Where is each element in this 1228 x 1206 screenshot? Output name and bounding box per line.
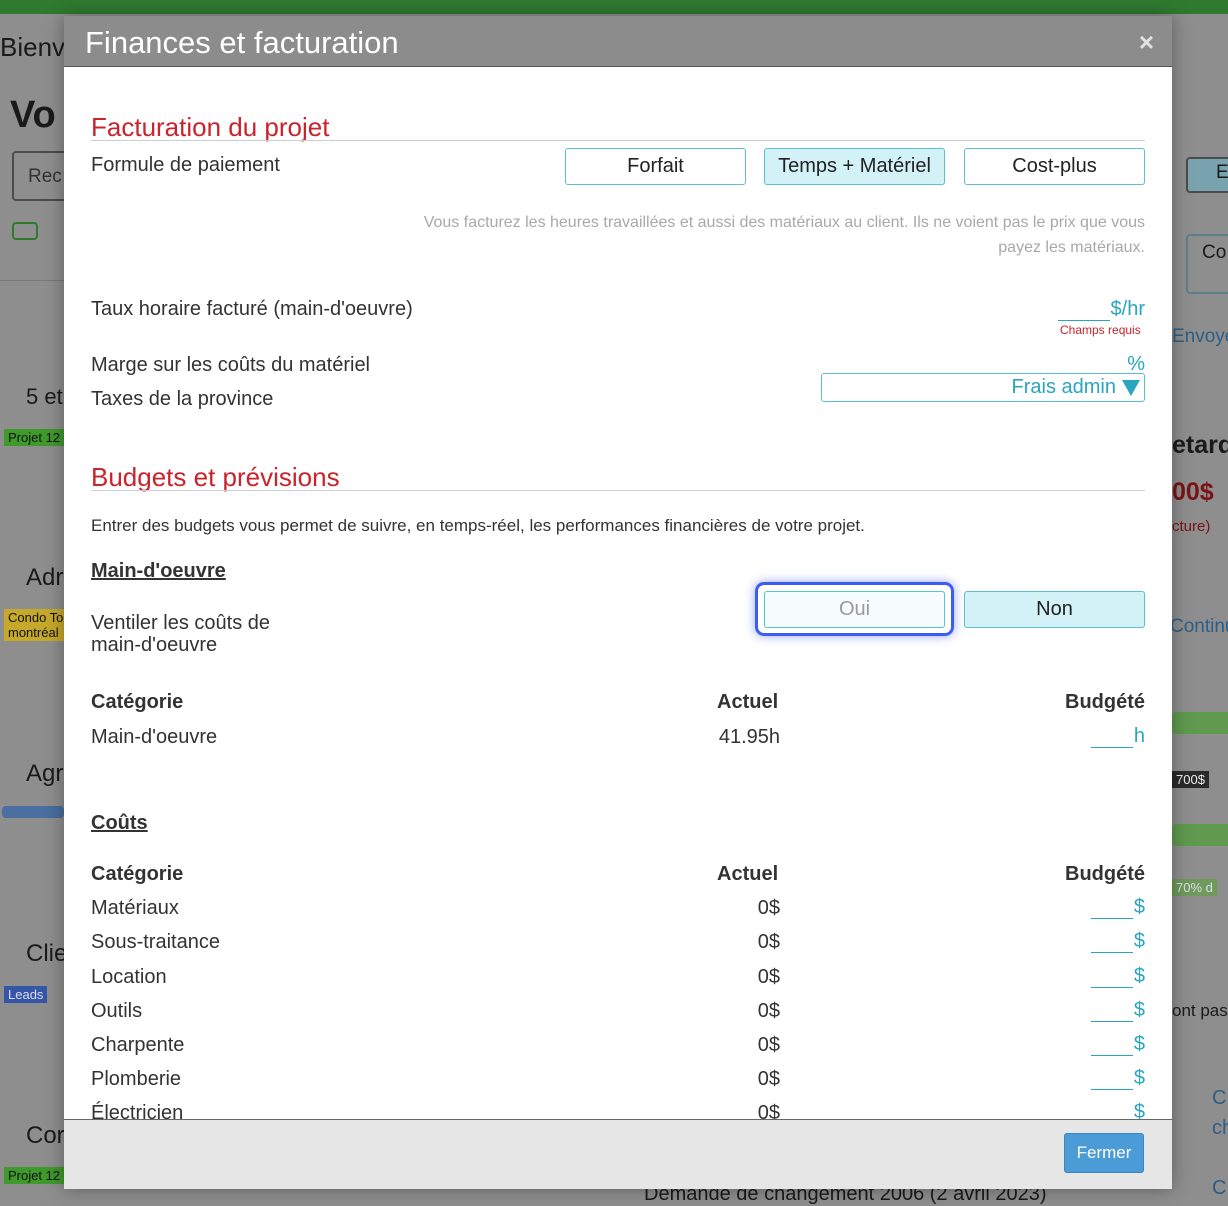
costs-header-actual: Actuel bbox=[717, 863, 779, 885]
costs-row-category: Location bbox=[91, 966, 167, 988]
payment-description: Vous facturez les heures travaillées et … bbox=[423, 214, 1145, 256]
hourly-rate-input[interactable]: $/hr bbox=[1031, 297, 1145, 321]
bg-item-label: Agr bbox=[26, 760, 64, 787]
province-tax-select[interactable]: Frais admin bbox=[821, 373, 1145, 402]
costs-row-category: Sous-traitance bbox=[91, 931, 220, 953]
material-margin-label: Marge sur les coûts du matériel bbox=[91, 354, 371, 376]
bg-right-badge: 700$ bbox=[1172, 771, 1209, 788]
background-top-bar bbox=[0, 0, 1228, 14]
costs-budget-input[interactable]: $ bbox=[1051, 1032, 1145, 1056]
costs-budget-input[interactable]: $ bbox=[1051, 1066, 1145, 1090]
costs-row-actual: 0$ bbox=[757, 1000, 780, 1022]
modal-title: Finances et facturation bbox=[85, 25, 399, 60]
costs-row-category: Matériaux bbox=[91, 897, 179, 919]
costs-header-category: Catégorie bbox=[91, 863, 184, 885]
bg-progress bbox=[2, 806, 64, 818]
labor-budget-input[interactable]: h bbox=[1051, 724, 1145, 748]
close-icon[interactable]: × bbox=[1139, 29, 1154, 55]
labor-row-actual: 41.95h bbox=[718, 726, 780, 748]
province-tax-label: Taxes de la province bbox=[91, 388, 274, 410]
costs-budget-unit: $ bbox=[1133, 896, 1145, 918]
modal-footer: Fermer bbox=[64, 1119, 1172, 1189]
costs-header-budget: Budgété bbox=[1065, 863, 1145, 885]
billing-section-title: Facturation du projet bbox=[91, 112, 330, 142]
section-divider bbox=[91, 490, 1145, 491]
costs-row-category: Outils bbox=[91, 1000, 143, 1022]
costs-budget-unit: $ bbox=[1133, 999, 1145, 1021]
bg-right-text: C bbox=[1212, 1087, 1227, 1109]
costs-budget-input[interactable]: $ bbox=[1051, 998, 1145, 1022]
bg-tag-condo: Condo To montréal bbox=[4, 609, 68, 641]
close-button[interactable]: Fermer bbox=[1064, 1133, 1144, 1173]
costs-row-category: Charpente bbox=[91, 1034, 185, 1056]
bg-tag-leads: Leads bbox=[4, 986, 48, 1003]
bg-toggle bbox=[12, 222, 38, 240]
bg-tag-project: Projet 12 bbox=[4, 429, 65, 446]
bg-tag-project: Projet 12 bbox=[4, 1167, 65, 1184]
bg-item-label: Cor bbox=[26, 1122, 65, 1149]
bg-right-text: C bbox=[1212, 1177, 1227, 1199]
bg-right-amount: 00$ bbox=[1172, 478, 1214, 506]
labor-header-category: Catégorie bbox=[91, 691, 184, 713]
bg-welcome-text: Bienv bbox=[0, 32, 66, 62]
bg-right-text: ont pas bbox=[1172, 1001, 1228, 1020]
costs-row-actual: 0$ bbox=[757, 966, 780, 988]
costs-row-actual: 0$ bbox=[757, 1068, 780, 1090]
chevron-down-icon bbox=[1122, 379, 1140, 396]
required-field-note: Champs requis bbox=[1060, 323, 1141, 337]
payment-formula-label: Formule de paiement bbox=[91, 154, 280, 176]
bg-right-link: Continu bbox=[1170, 616, 1228, 637]
bg-right-heading: etard bbox=[1172, 431, 1228, 459]
option-time-material-button[interactable]: Temps + Matériel bbox=[764, 148, 945, 185]
bg-right-text: ch bbox=[1212, 1117, 1228, 1139]
bg-right-badge: 70% d bbox=[1172, 879, 1217, 896]
labor-header-actual: Actuel bbox=[717, 691, 779, 713]
bg-heading: Vo bbox=[10, 94, 56, 136]
bg-progress-bar bbox=[1172, 824, 1228, 846]
costs-budget-unit: $ bbox=[1133, 930, 1145, 952]
province-tax-value: Frais admin bbox=[1011, 376, 1116, 398]
costs-budget-unit: $ bbox=[1133, 1067, 1145, 1089]
costs-row-actual: 0$ bbox=[757, 897, 780, 919]
rate-unit: $/hr bbox=[1110, 298, 1145, 320]
labor-subtitle: Main-d'oeuvre bbox=[91, 560, 226, 582]
bg-search-text: Rec bbox=[28, 166, 62, 187]
section-divider bbox=[91, 140, 1145, 141]
costs-budget-input[interactable]: $ bbox=[1051, 895, 1145, 919]
budgets-intro: Entrer des budgets vous permet de suivre… bbox=[91, 516, 865, 535]
labor-budget-unit: h bbox=[1133, 725, 1145, 747]
costs-row-actual: 0$ bbox=[757, 1034, 780, 1056]
bg-right-link: Envoye bbox=[1172, 326, 1228, 347]
bg-item-label: Clie bbox=[26, 940, 68, 967]
modal-header: Finances et facturation × bbox=[64, 16, 1172, 67]
labor-row-category: Main-d'oeuvre bbox=[91, 726, 218, 748]
bg-item-label: Adr bbox=[26, 564, 64, 591]
costs-row-category: Plomberie bbox=[91, 1068, 182, 1090]
costs-budget-input[interactable]: $ bbox=[1051, 964, 1145, 988]
split-yes-button[interactable]: Oui bbox=[764, 591, 945, 628]
budgets-section-title: Budgets et prévisions bbox=[91, 462, 340, 492]
split-labor-label: Ventiler les coûts de main-d'oeuvre bbox=[91, 612, 270, 656]
option-cost-plus-button[interactable]: Cost-plus bbox=[964, 148, 1145, 185]
finance-modal: Finances et facturation × Facturation du… bbox=[64, 16, 1172, 1189]
split-no-button[interactable]: Non bbox=[964, 591, 1145, 628]
option-forfait-button[interactable]: Forfait bbox=[565, 148, 746, 185]
bg-right-label: E bbox=[1216, 162, 1228, 183]
costs-budget-unit: $ bbox=[1133, 965, 1145, 987]
bg-item-label: 5 et bbox=[26, 384, 63, 409]
costs-row-actual: 0$ bbox=[757, 931, 780, 953]
costs-budget-input[interactable]: $ bbox=[1051, 929, 1145, 953]
bg-right-label: Co bbox=[1202, 242, 1227, 263]
labor-header-budget: Budgété bbox=[1065, 691, 1145, 713]
costs-budget-unit: $ bbox=[1133, 1033, 1145, 1055]
hourly-rate-label: Taux horaire facturé (main-d'oeuvre) bbox=[91, 298, 413, 320]
costs-subtitle: Coûts bbox=[91, 812, 148, 834]
bg-right-note: cture) bbox=[1172, 518, 1211, 535]
bg-progress-bar bbox=[1172, 712, 1228, 734]
